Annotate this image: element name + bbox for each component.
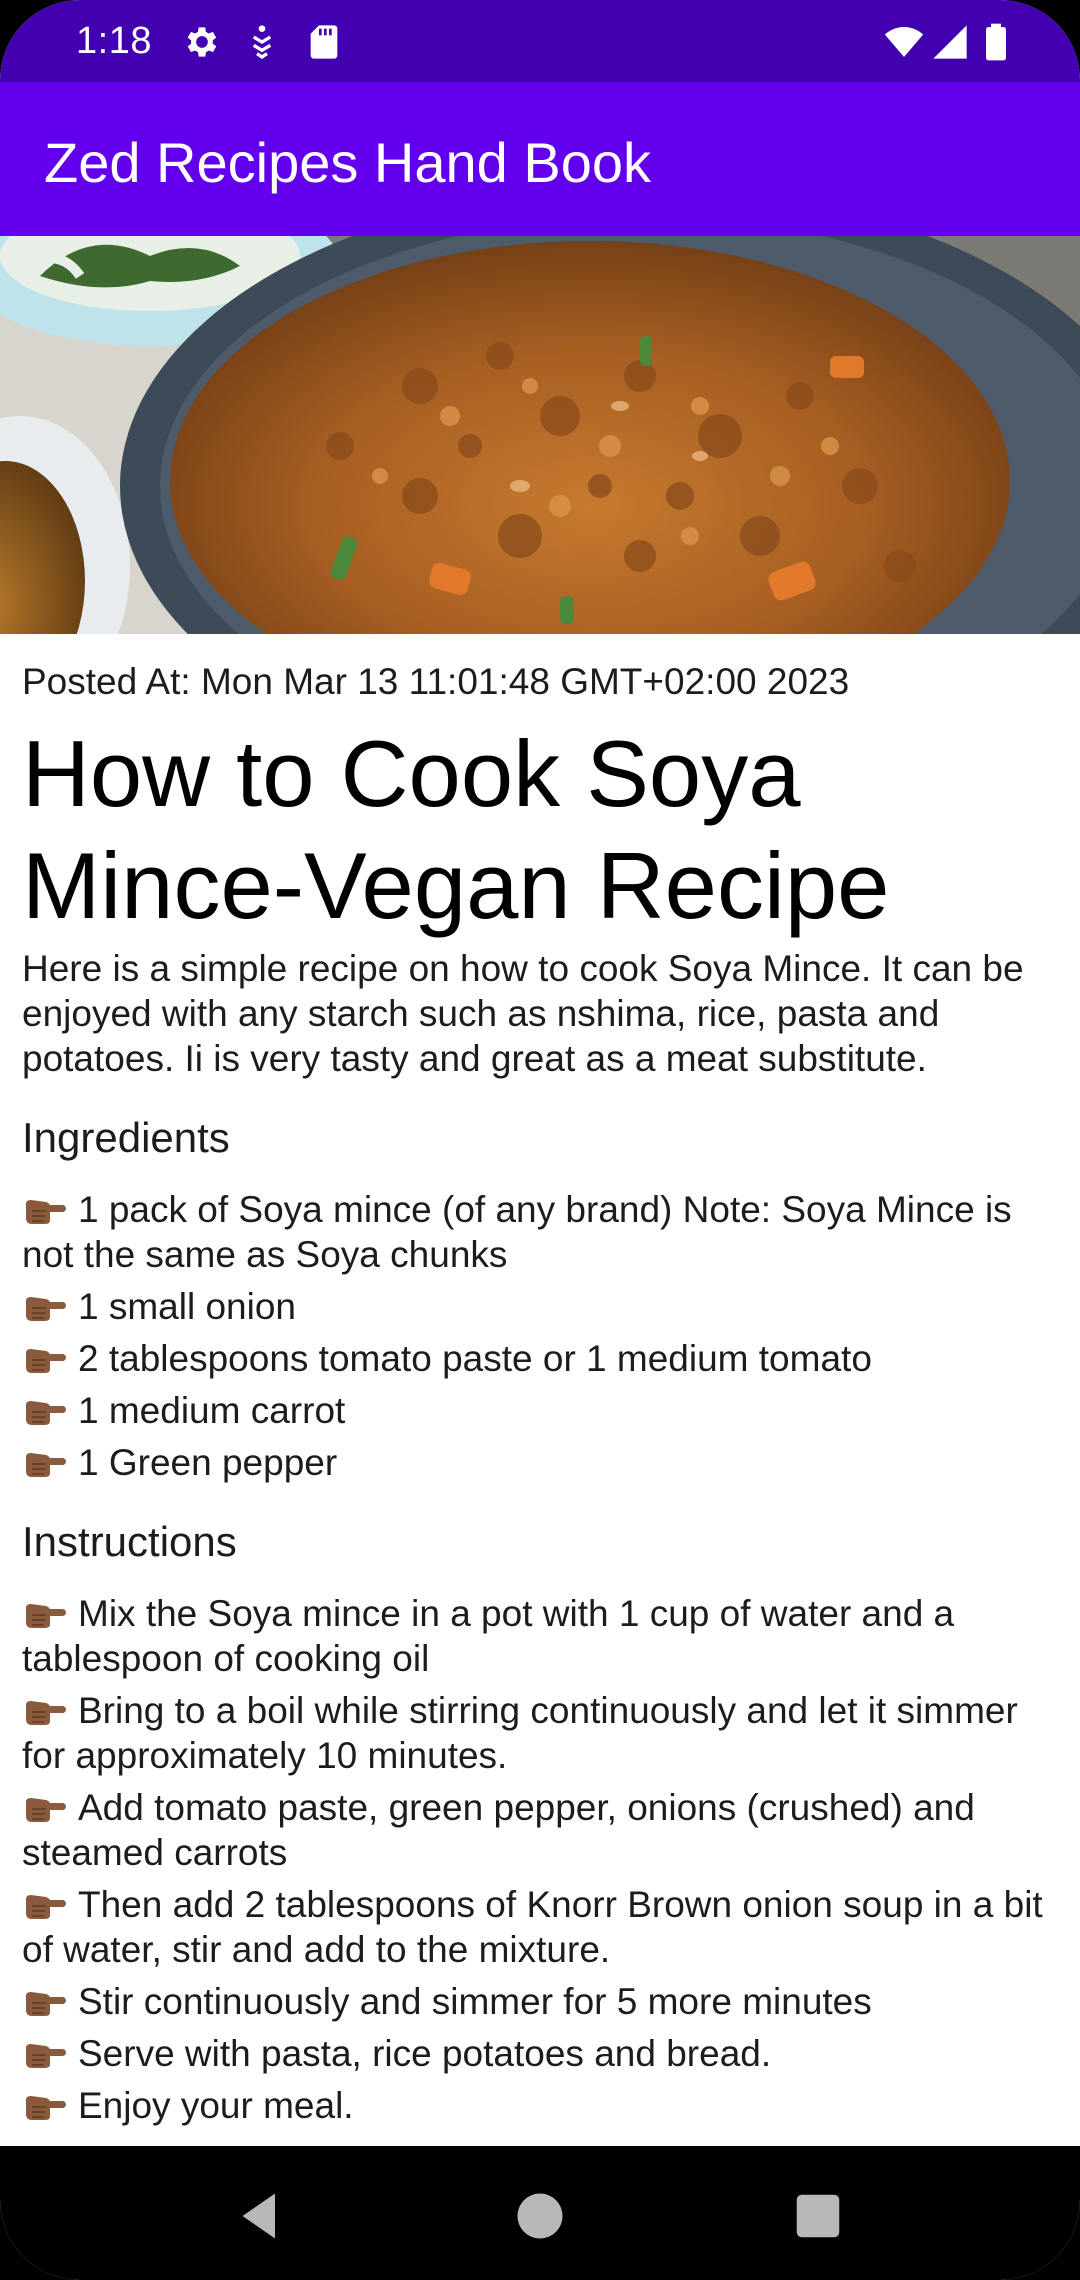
ingredient-item: 1 Green pepper [22,1440,1062,1485]
pointing-hand-icon [26,2044,66,2068]
pointing-hand-icon [26,1349,66,1373]
instruction-item-text: Then add 2 tablespoons of Knorr Brown on… [22,1884,1043,1970]
instruction-item: Enjoy your meal. [22,2083,1062,2128]
instruction-item: Stir continuously and simmer for 5 more … [22,1979,1062,2024]
battery-icon [986,23,1006,61]
home-icon[interactable] [510,2186,570,2246]
pointing-hand-icon [26,1453,66,1477]
system-navigation-bar [0,2146,1080,2280]
instruction-item-text: Add tomato paste, green pepper, onions (… [22,1787,975,1873]
instruction-item: Then add 2 tablespoons of Knorr Brown on… [22,1882,1062,1972]
ingredients-list: 1 pack of Soya mince (of any brand) Note… [22,1187,1062,1485]
instruction-item-text: Bring to a boil while stirring continuou… [22,1690,1018,1776]
recipe-content: Posted At: Mon Mar 13 11:01:48 GMT+02:00… [22,634,1062,2146]
instruction-item: Add tomato paste, green pepper, onions (… [22,1785,1062,1875]
sd-card-icon [310,25,338,59]
instruction-item-text: Stir continuously and simmer for 5 more … [78,1981,872,2022]
ingredient-item-text: 1 small onion [78,1286,297,1327]
accessibility-download-icon [252,25,272,60]
signal-icon [933,25,967,59]
pointing-hand-icon [26,1798,66,1822]
pointing-hand-icon [26,1200,66,1224]
pointing-hand-icon [26,2096,66,2120]
instructions-heading: Instructions [22,1518,237,1565]
back-icon[interactable] [230,2186,290,2246]
ingredients-heading: Ingredients [22,1114,230,1161]
ingredient-item: 1 pack of Soya mince (of any brand) Note… [22,1187,1062,1277]
ingredient-item-text: 1 medium carrot [78,1390,346,1431]
instruction-item-text: Serve with pasta, rice potatoes and brea… [78,2033,772,2074]
status-time: 1:18 [76,20,152,62]
instruction-item-text: Mix the Soya mince in a pot with 1 cup o… [22,1593,955,1679]
device-screen: 1:18 Zed Recipes Hand Book Posted At: Mo… [0,0,1080,2280]
instruction-item-text: Enjoy your meal. [78,2085,354,2126]
pointing-hand-icon [26,1297,66,1321]
recipe-title: How to Cook Soya Mince-Vegan Recipe [22,721,890,938]
instruction-item: Serve with pasta, rice potatoes and brea… [22,2031,1062,2076]
recents-icon[interactable] [788,2186,848,2246]
gear-icon [187,27,217,57]
pointing-hand-icon [26,1895,66,1919]
ingredient-item: 1 medium carrot [22,1388,1062,1433]
pointing-hand-icon [26,1604,66,1628]
soya-mince-dish-photo [0,236,1080,634]
status-bar: 1:18 [0,0,1080,82]
pointing-hand-icon [26,1701,66,1725]
instructions-list: Mix the Soya mince in a pot with 1 cup o… [22,1591,1062,2128]
wifi-icon [884,27,924,57]
instruction-item: Mix the Soya mince in a pot with 1 cup o… [22,1591,1062,1681]
app-title: Zed Recipes Hand Book [44,131,652,194]
ingredient-item-text: 1 pack of Soya mince (of any brand) Note… [22,1189,1012,1275]
recipe-description: Here is a simple recipe on how to cook S… [22,948,1024,1079]
ingredient-item-text: 1 Green pepper [78,1442,338,1483]
ingredient-item: 2 tablespoons tomato paste or 1 medium t… [22,1336,1062,1381]
ingredient-item-text: 2 tablespoons tomato paste or 1 medium t… [78,1338,872,1379]
ingredient-item: 1 small onion [22,1284,1062,1329]
posted-date: Posted At: Mon Mar 13 11:01:48 GMT+02:00… [22,661,850,702]
pointing-hand-icon [26,1401,66,1425]
recipe-hero-image [0,236,1080,634]
instruction-item: Bring to a boil while stirring continuou… [22,1688,1062,1778]
app-bar: Zed Recipes Hand Book [0,82,1080,236]
pointing-hand-icon [26,1992,66,2016]
